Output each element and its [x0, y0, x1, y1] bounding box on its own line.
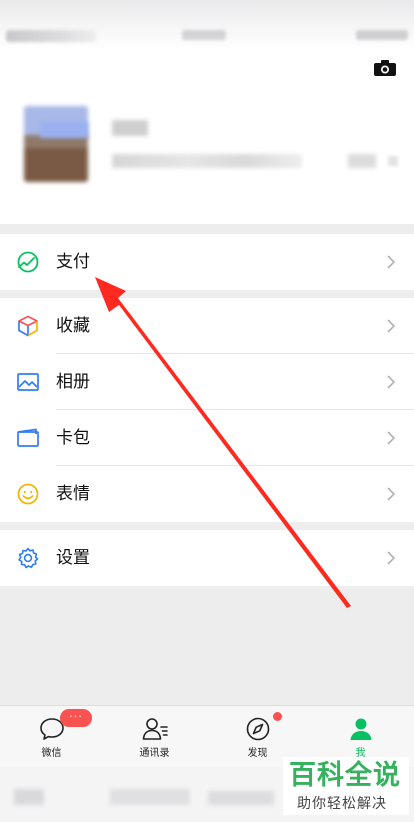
card-icon [17, 428, 39, 447]
menu-item-settings[interactable]: 设置 [0, 530, 414, 586]
blurred-block [208, 791, 274, 805]
photo-icon [17, 373, 39, 391]
tab-contacts[interactable]: 通讯录 [103, 706, 206, 768]
compass-icon [246, 717, 270, 741]
carrier-blurred [6, 30, 96, 42]
tab-label: 微信 [41, 748, 62, 759]
contacts-icon [142, 718, 168, 740]
status-icons-blurred [356, 30, 408, 40]
tab-chats[interactable]: ··· 微信 [0, 706, 103, 768]
gear-icon [18, 547, 39, 569]
chevron-right-icon [387, 551, 396, 565]
chevron-right-icon [387, 431, 396, 445]
blurred-block [14, 789, 44, 805]
tab-label: 通讯录 [139, 748, 170, 759]
menu-item-album[interactable]: 相册 [0, 354, 414, 410]
watermark-subtitle: 助你轻松解决 [297, 796, 387, 812]
watermark-title: 百科全说 [289, 760, 401, 791]
avatar[interactable] [24, 106, 88, 182]
profile-header[interactable] [0, 50, 414, 224]
wallet-check-icon [17, 251, 39, 273]
notification-dot [273, 712, 282, 721]
person-icon [350, 718, 372, 740]
clock-blurred [182, 30, 226, 40]
avatar-detail [40, 122, 88, 138]
chevron-right-icon [387, 375, 396, 389]
menu-item-pay[interactable]: 支付 [0, 234, 414, 290]
settings-group: 设置 [0, 530, 414, 586]
unread-badge: ··· [60, 709, 92, 727]
menu-item-label: 收藏 [56, 316, 90, 336]
menu-item-label: 表情 [56, 484, 90, 504]
chevron-right-icon [387, 319, 396, 333]
menu-item-label: 卡包 [56, 428, 90, 448]
blurred-block [110, 789, 190, 805]
menu-item-favorites[interactable]: 收藏 [0, 298, 414, 354]
camera-icon[interactable] [374, 60, 396, 76]
chevron-right-icon [388, 156, 398, 166]
main-menu-group: 收藏 相册 卡包 表情 [0, 298, 414, 522]
status-bar [0, 0, 414, 50]
watermark: 百科全说 助你轻松解决 [283, 757, 409, 815]
cube-icon [18, 315, 38, 337]
wechat-id-blurred [112, 154, 302, 168]
menu-item-label: 设置 [56, 548, 90, 568]
chevron-right-icon [387, 487, 396, 501]
menu-item-cards[interactable]: 卡包 [0, 410, 414, 466]
smile-icon [17, 483, 39, 505]
menu-item-label: 支付 [56, 252, 90, 272]
qr-code-icon[interactable] [348, 154, 376, 168]
chevron-right-icon [387, 255, 396, 269]
menu-item-label: 相册 [56, 372, 90, 392]
nickname-blurred [112, 120, 148, 136]
menu-item-stickers[interactable]: 表情 [0, 466, 414, 522]
pay-group: 支付 [0, 234, 414, 290]
